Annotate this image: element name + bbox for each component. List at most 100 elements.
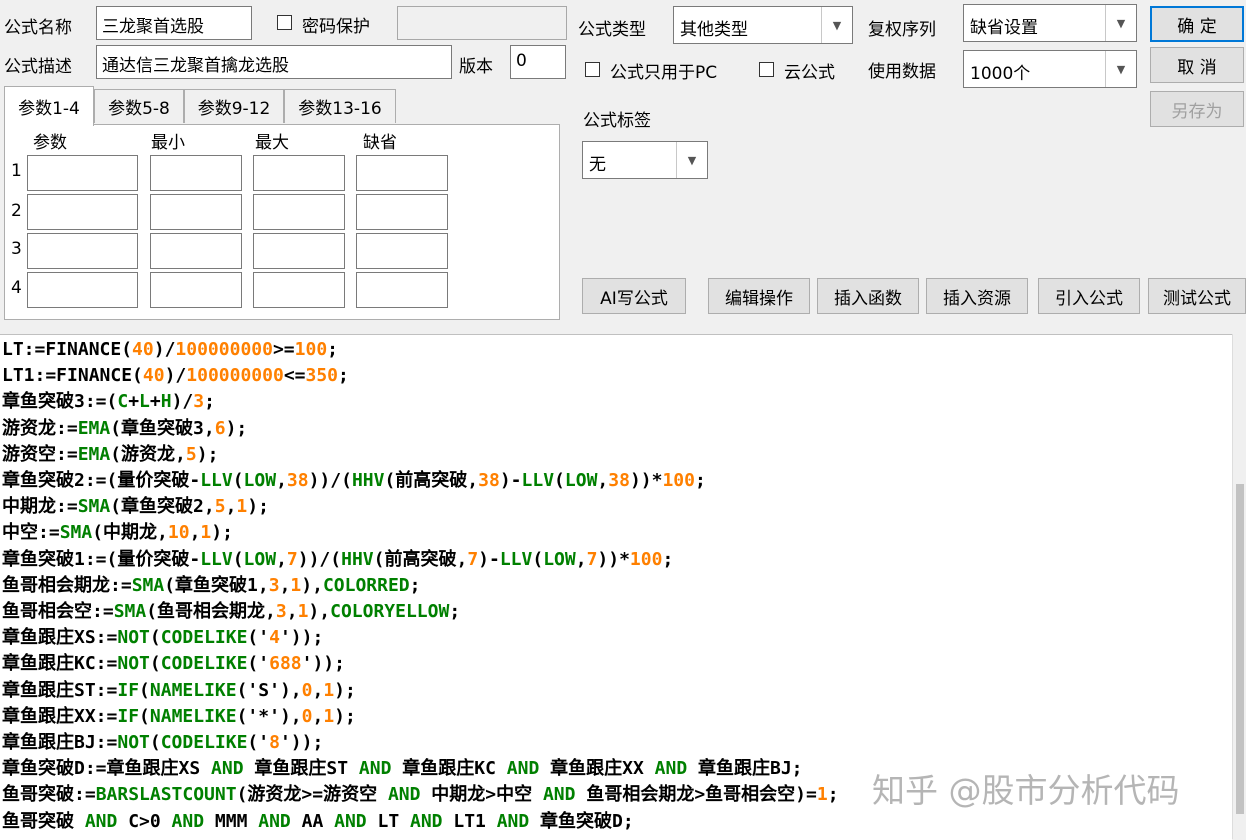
code-line[interactable]: 章鱼跟庄BJ:=NOT(CODELIKE('8')); <box>2 730 323 756</box>
code-text: )- <box>499 470 522 491</box>
param-name-input[interactable] <box>27 272 138 308</box>
code-function: LLV <box>200 548 233 570</box>
tab-params-1-4[interactable]: 参数1-4 <box>4 86 94 126</box>
version-input[interactable]: 0 <box>510 45 566 79</box>
formula-type-select[interactable]: 其他类型 ▼ <box>673 6 853 44</box>
code-text: ))* <box>597 548 630 570</box>
code-function: SMA <box>59 522 93 544</box>
formula-desc-input[interactable]: 通达信三龙聚首擒龙选股 <box>96 45 452 79</box>
scrollbar-thumb[interactable] <box>1236 484 1244 814</box>
code-line[interactable]: 中空:=SMA(中期龙,10,1); <box>2 520 233 546</box>
code-function: AND <box>258 810 291 832</box>
code-text: ); <box>211 522 233 544</box>
code-line[interactable]: 鱼哥突破:=BARSLASTCOUNT(游资龙>=游资空 AND 中期龙>中空 … <box>2 782 839 808</box>
code-function: AND <box>410 810 443 832</box>
param-default-input[interactable] <box>356 194 448 230</box>
code-function: COLORYELLOW <box>330 601 450 622</box>
code-function: LOW <box>564 470 598 491</box>
data-usage-select[interactable]: 1000个 ▼ <box>963 50 1137 88</box>
param-name-input[interactable] <box>27 194 138 230</box>
code-text: , <box>225 496 237 518</box>
code-text: ))/( <box>308 470 352 491</box>
code-function: AND <box>542 784 576 806</box>
param-default-input[interactable] <box>356 272 448 308</box>
formula-name-input[interactable]: 三龙聚首选股 <box>96 6 252 40</box>
code-number: 5 <box>214 496 226 518</box>
code-function: BARSLASTCOUNT <box>95 784 237 806</box>
insert-function-button[interactable]: 插入函数 <box>817 278 919 314</box>
tab-params-5-8[interactable]: 参数5-8 <box>94 89 184 123</box>
tab-params-13-16[interactable]: 参数13-16 <box>284 89 396 123</box>
tab-params-9-12[interactable]: 参数9-12 <box>184 89 284 123</box>
test-formula-button[interactable]: 测试公式 <box>1148 278 1246 314</box>
formula-desc-label: 公式描述 <box>4 57 72 77</box>
code-function: H <box>160 391 172 413</box>
param-max-input[interactable] <box>253 233 345 269</box>
code-line[interactable]: 章鱼跟庄XS:=NOT(CODELIKE('4')); <box>2 625 323 651</box>
code-function: NOT <box>117 653 150 675</box>
code-number: 40 <box>132 339 154 360</box>
param-min-input[interactable] <box>150 194 242 230</box>
code-line[interactable]: 章鱼突破3:=(C+L+H)/3; <box>2 389 215 415</box>
code-line[interactable]: 游资空:=EMA(游资龙,5); <box>2 442 218 468</box>
param-max-input[interactable] <box>253 194 345 230</box>
code-text: ( <box>149 732 161 753</box>
param-name-input[interactable] <box>27 233 138 269</box>
code-line[interactable]: 章鱼跟庄XX:=IF(NAMELIKE('*'),0,1); <box>2 704 356 730</box>
code-text: ; <box>409 574 421 596</box>
password-input <box>397 6 567 40</box>
cancel-button[interactable]: 取 消 <box>1150 47 1244 83</box>
formula-tag-select[interactable]: 无 ▼ <box>582 141 708 179</box>
code-text: (前高突破, <box>373 548 468 570</box>
chevron-down-icon[interactable]: ▼ <box>1105 5 1136 41</box>
code-line[interactable]: 鱼哥突破 AND C>0 AND MMM AND AA AND LT AND L… <box>2 809 634 835</box>
code-line[interactable]: 章鱼跟庄KC:=NOT(CODELIKE('688')); <box>2 651 345 677</box>
ai-write-button[interactable]: AI写公式 <box>582 278 686 314</box>
param-name-input[interactable] <box>27 155 138 191</box>
code-line[interactable]: LT:=FINANCE(40)/100000000>=100; <box>2 337 338 363</box>
code-line[interactable]: 章鱼跟庄ST:=IF(NAMELIKE('S'),0,1); <box>2 678 356 704</box>
param-min-input[interactable] <box>150 155 242 191</box>
rights-select[interactable]: 缺省设置 ▼ <box>963 4 1137 42</box>
chevron-down-icon[interactable]: ▼ <box>1105 51 1136 87</box>
code-line[interactable]: 章鱼突破2:=(量价突破-LLV(LOW,38))/(HHV(前高突破,38)-… <box>2 468 706 494</box>
data-usage-value: 1000个 <box>970 64 1031 84</box>
ok-button[interactable]: 确 定 <box>1150 6 1244 42</box>
insert-resource-button[interactable]: 插入资源 <box>926 278 1028 314</box>
chevron-down-icon[interactable]: ▼ <box>676 142 707 178</box>
param-min-input[interactable] <box>150 272 242 308</box>
code-text: ); <box>225 417 248 439</box>
code-function: AND <box>387 784 421 806</box>
edit-operations-button[interactable]: 编辑操作 <box>708 278 810 314</box>
import-formula-button[interactable]: 引入公式 <box>1038 278 1140 314</box>
code-function: C <box>117 391 129 413</box>
code-text: ; <box>327 339 339 360</box>
code-line[interactable]: 中期龙:=SMA(章鱼突破2,5,1); <box>2 494 269 520</box>
editor-scrollbar[interactable] <box>1232 334 1246 839</box>
code-line[interactable]: 鱼哥相会期龙:=SMA(章鱼突破1,3,1),COLORRED; <box>2 573 420 599</box>
param-default-input[interactable] <box>356 233 448 269</box>
param-max-input[interactable] <box>253 272 345 308</box>
code-line[interactable]: LT1:=FINANCE(40)/100000000<=350; <box>2 363 349 389</box>
code-line[interactable]: 鱼哥相会空:=SMA(鱼哥相会期龙,3,1),COLORYELLOW; <box>2 599 460 625</box>
code-line[interactable]: 章鱼突破1:=(量价突破-LLV(LOW,7))/(HHV(前高突破,7)-LL… <box>2 547 673 573</box>
pc-only-checkbox[interactable] <box>585 62 600 77</box>
param-default-input[interactable] <box>356 155 448 191</box>
code-number: 0 <box>301 679 313 701</box>
code-function: LOW <box>243 470 277 491</box>
code-line[interactable]: 章鱼突破D:=章鱼跟庄XS AND 章鱼跟庄ST AND 章鱼跟庄KC AND … <box>2 756 803 782</box>
password-protect-label: 密码保护 <box>302 17 370 37</box>
code-text: 章鱼跟庄XX <box>539 758 655 780</box>
cloud-formula-label: 云公式 <box>784 63 835 83</box>
code-text: ('S'), <box>236 679 302 701</box>
cloud-formula-checkbox[interactable] <box>759 62 774 77</box>
code-text: LT1:=FINANCE( <box>2 365 143 387</box>
code-number: 38 <box>286 470 309 491</box>
code-text: 中空:= <box>2 522 60 544</box>
param-min-input[interactable] <box>150 233 242 269</box>
password-protect-checkbox[interactable] <box>277 15 292 30</box>
code-line[interactable]: 游资龙:=EMA(章鱼突破3,6); <box>2 416 247 442</box>
chevron-down-icon[interactable]: ▼ <box>821 7 852 43</box>
code-number: 350 <box>305 365 339 387</box>
param-max-input[interactable] <box>253 155 345 191</box>
